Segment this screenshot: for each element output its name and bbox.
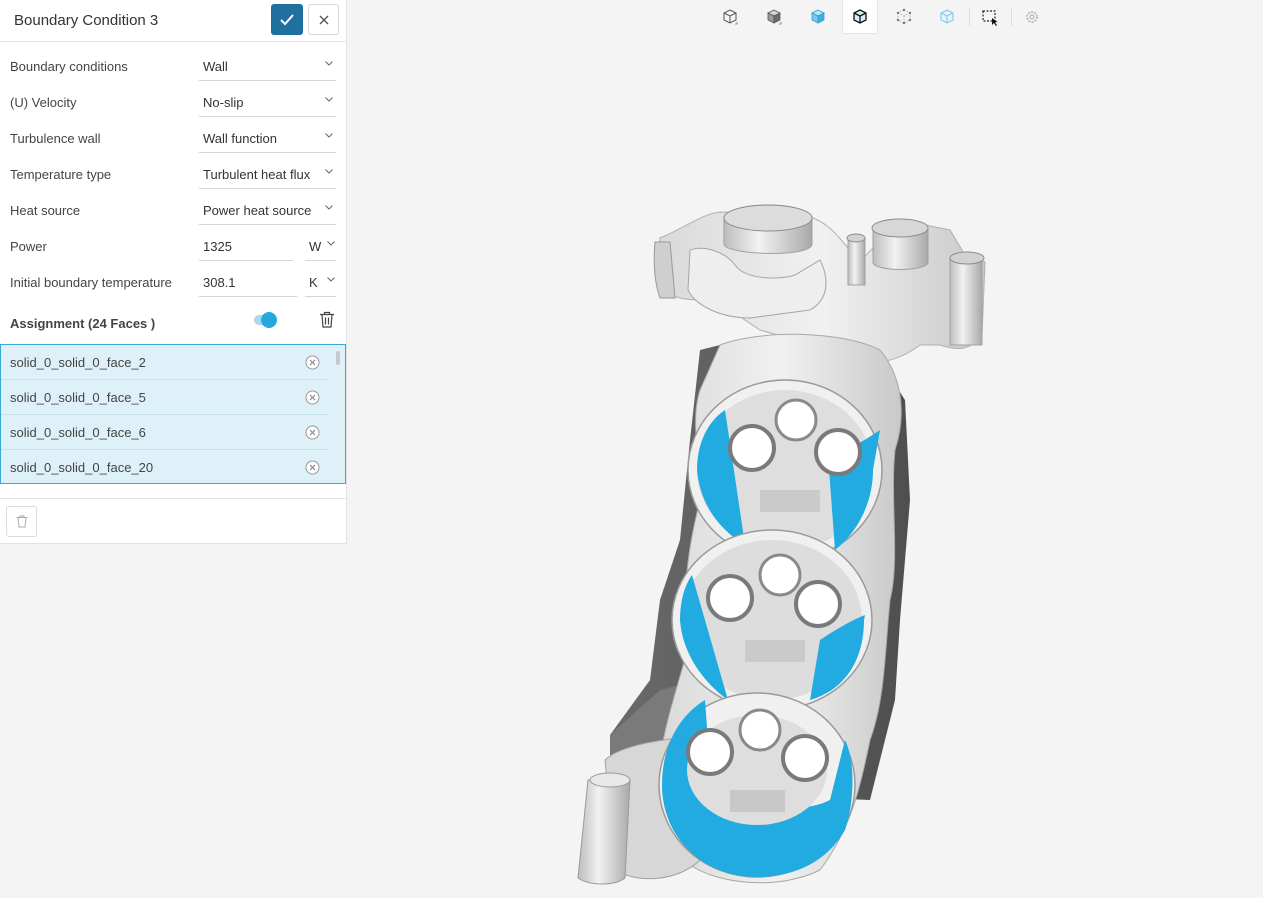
chevron-down-icon [325,169,333,174]
trash-icon [16,515,27,528]
boundary-condition-panel: Boundary Condition 3 Boundary conditions… [0,0,347,544]
remove-circle-icon[interactable] [305,355,320,370]
heat-source-select[interactable]: Power heat source [199,195,336,225]
view-settings-button[interactable] [1014,0,1050,34]
toggle-knob [261,312,277,328]
turbulence-wall-value: Wall function [203,131,277,146]
view-outline-button[interactable] [712,0,748,34]
view-transparent-button[interactable] [929,0,965,34]
temperature-type-label: Temperature type [10,167,112,182]
remove-circle-icon[interactable] [305,460,320,475]
chevron-down-icon [325,133,333,138]
turbulence-wall-select[interactable]: Wall function [199,123,336,153]
power-input[interactable]: 1325 [199,231,293,261]
temperature-type-select[interactable]: Turbulent heat flux [199,159,336,189]
close-button[interactable] [308,4,339,35]
view-wireframe-button[interactable] [842,0,878,34]
initial-temperature-label: Initial boundary temperature [10,275,172,290]
heat-source-label: Heat source [10,203,81,218]
boundary-conditions-select[interactable]: Wall [199,51,336,81]
chevron-down-icon [327,277,335,282]
engine-block-model[interactable] [577,204,986,885]
power-unit-select[interactable]: W [305,231,336,261]
remove-circle-icon[interactable] [305,425,320,440]
temperature-unit: K [309,275,318,290]
chevron-down-icon [325,61,333,66]
velocity-value: No-slip [203,95,244,110]
chevron-down-icon [325,97,333,102]
heat-source-row: Heat source Power heat source [0,193,347,229]
initial-temperature-input[interactable]: 308.1 [199,267,297,297]
chevron-down-icon [325,205,333,210]
assignment-toggle[interactable] [252,312,278,328]
panel-header: Boundary Condition 3 [0,0,346,42]
power-value: 1325 [203,239,232,254]
close-icon [319,15,328,24]
heat-source-value: Power heat source [203,203,312,218]
velocity-row: (U) Velocity No-slip [0,85,347,121]
panel-footer-divider [0,498,346,499]
delete-button[interactable] [6,506,37,537]
toolbar-divider [969,8,970,26]
power-label: Power [10,239,47,254]
boundary-conditions-label: Boundary conditions [10,59,128,74]
boundary-conditions-row: Boundary conditions Wall [0,49,347,85]
check-icon [280,13,294,25]
turbulence-wall-row: Turbulence wall Wall function [0,121,347,157]
face-list-item[interactable]: solid_0_solid_0_face_6 [1,415,329,450]
boundary-conditions-value: Wall [203,59,228,74]
face-name: solid_0_solid_0_face_5 [10,390,146,405]
view-points-button[interactable] [886,0,922,34]
cube-points-icon [896,8,912,25]
face-list-item[interactable]: solid_0_solid_0_face_5 [1,380,329,415]
cube-outline-icon [723,9,738,25]
remove-circle-icon[interactable] [305,390,320,405]
velocity-label: (U) Velocity [10,95,77,110]
initial-temperature-value: 308.1 [203,275,236,290]
cube-blue-icon [811,9,825,24]
velocity-select[interactable]: No-slip [199,87,336,117]
face-list-item[interactable]: solid_0_solid_0_face_20 [1,450,329,483]
cube-solid-icon [767,9,782,25]
view-solid-button[interactable] [756,0,792,34]
view-shaded-button[interactable] [800,0,836,34]
initial-temperature-row: Initial boundary temperature 308.1 K [0,265,347,301]
toolbar-divider [1011,8,1012,26]
list-scrollbar[interactable] [336,351,340,365]
temperature-type-value: Turbulent heat flux [203,167,311,182]
confirm-button[interactable] [271,4,303,35]
temperature-type-row: Temperature type Turbulent heat flux [0,157,347,193]
settings-gear-icon [1026,11,1038,23]
turbulence-wall-label: Turbulence wall [10,131,101,146]
chevron-down-icon [327,241,335,246]
cube-transparent-icon [940,9,954,24]
box-select-button[interactable] [972,0,1008,34]
face-name: solid_0_solid_0_face_2 [10,355,146,370]
face-name: solid_0_solid_0_face_6 [10,425,146,440]
model-viewport[interactable] [347,40,1263,898]
face-assignment-list[interactable]: solid_0_solid_0_face_2 solid_0_solid_0_f… [0,344,346,484]
cube-wire-active-icon [853,8,867,24]
power-row: Power 1325 W [0,229,347,265]
face-list-item[interactable]: solid_0_solid_0_face_2 [1,345,329,380]
power-unit: W [309,239,322,254]
trash-icon[interactable] [319,311,335,328]
panel-title: Boundary Condition 3 [14,12,159,29]
assignment-label: Assignment (24 Faces ) [10,316,156,331]
face-name: solid_0_solid_0_face_20 [10,460,154,475]
box-select-icon [982,10,998,26]
temperature-unit-select[interactable]: K [305,267,336,297]
